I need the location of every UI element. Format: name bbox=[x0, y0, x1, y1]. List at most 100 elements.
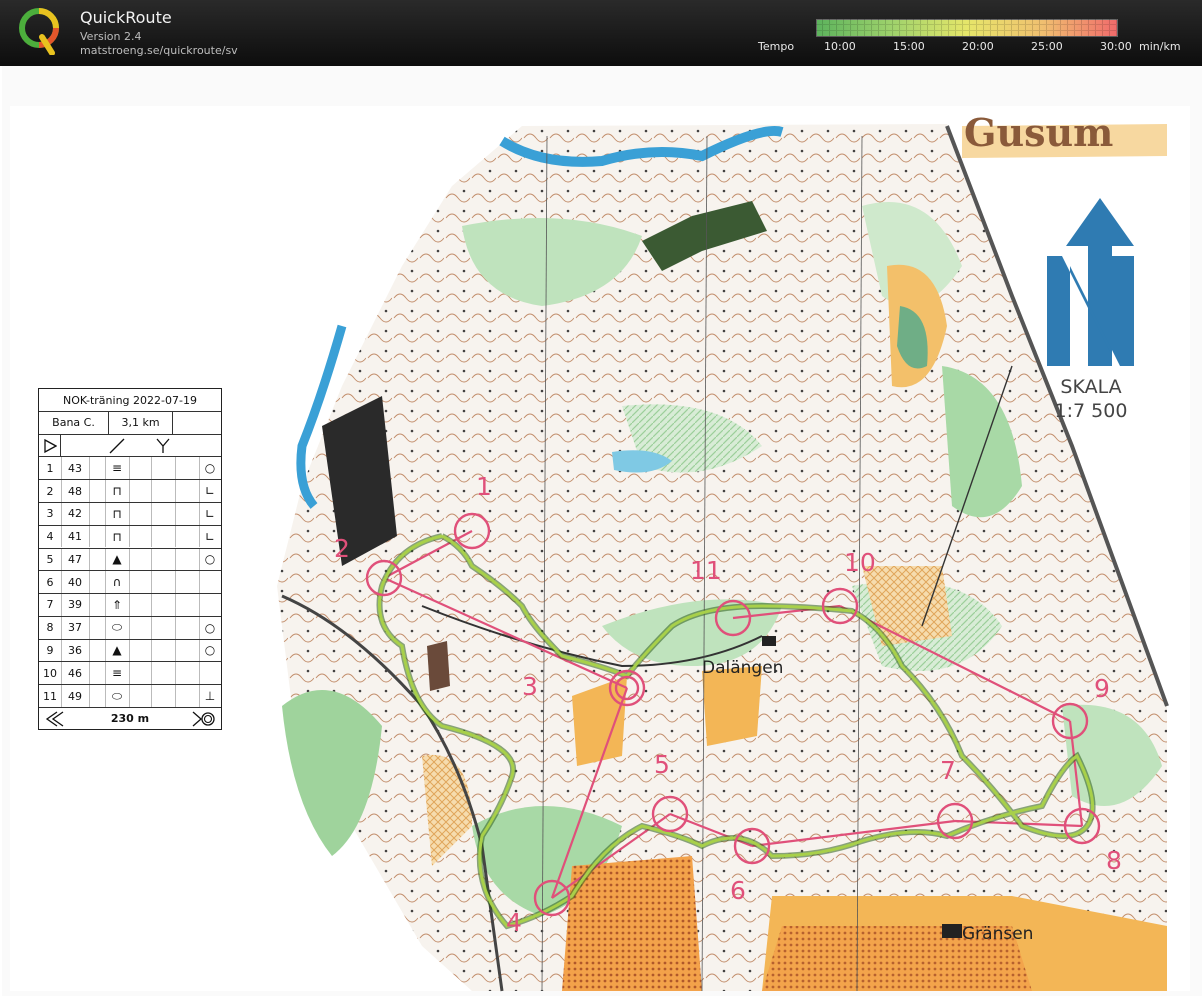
map-title: Gusum bbox=[964, 110, 1114, 155]
feature-symbol-icon: ⊓ bbox=[112, 529, 122, 544]
location-symbol-icon: ○ bbox=[204, 552, 216, 567]
control-label-8: 8 bbox=[1106, 846, 1122, 875]
finish-distance: 230 m bbox=[110, 712, 150, 725]
control-number: 10 bbox=[43, 666, 57, 680]
grid-divider bbox=[89, 662, 90, 685]
control-description-row: 10 46 ≡ bbox=[39, 661, 221, 685]
tempo-grid-cell bbox=[921, 31, 928, 37]
grid-divider bbox=[175, 685, 176, 707]
tempo-grid-cell bbox=[851, 31, 858, 37]
grid-divider bbox=[151, 639, 152, 662]
tempo-grid-cell bbox=[1089, 31, 1096, 37]
control-number: 11 bbox=[43, 689, 57, 703]
place-name-gransen: Gränsen bbox=[962, 924, 1034, 944]
start-triangle-icon bbox=[39, 434, 61, 457]
grid-divider bbox=[175, 480, 176, 502]
feature-symbol-icon: ⬭ bbox=[111, 620, 123, 635]
control-label-9: 9 bbox=[1094, 674, 1110, 703]
grid-divider bbox=[89, 685, 90, 707]
tempo-tick: 10:00 bbox=[824, 40, 856, 53]
finish-start-icon bbox=[39, 708, 73, 729]
tempo-grid-cell bbox=[928, 31, 935, 37]
control-code: 48 bbox=[68, 484, 82, 498]
diagonal-icon bbox=[105, 435, 129, 457]
tempo-grid-cell bbox=[942, 31, 949, 37]
tempo-grid-cell bbox=[1040, 31, 1047, 37]
tempo-grid-cell bbox=[963, 31, 970, 37]
tempo-grid-cell bbox=[1110, 31, 1117, 37]
tempo-grid-cell bbox=[914, 31, 921, 37]
control-description-row: 7 39 ⇑ bbox=[39, 593, 221, 616]
grid-divider bbox=[151, 525, 152, 548]
grid-divider bbox=[129, 616, 130, 639]
grid-divider bbox=[129, 571, 130, 593]
tempo-grid-cell bbox=[977, 31, 984, 37]
tempo-grid-cell bbox=[879, 31, 886, 37]
grid-divider bbox=[89, 480, 90, 502]
grid-divider bbox=[89, 525, 90, 548]
grid-divider bbox=[175, 639, 176, 662]
tempo-grid-cell bbox=[886, 31, 893, 37]
grid-divider bbox=[129, 525, 130, 548]
control-label-6: 6 bbox=[730, 876, 746, 905]
control-label-5: 5 bbox=[654, 750, 670, 779]
grid-divider bbox=[151, 480, 152, 502]
grid-divider bbox=[129, 662, 130, 685]
grid-divider bbox=[129, 457, 130, 480]
tempo-grid-cell bbox=[1026, 31, 1033, 37]
tempo-grid-cell bbox=[823, 31, 830, 37]
grid-divider bbox=[89, 502, 90, 525]
control-number: 7 bbox=[46, 598, 54, 612]
control-code: 46 bbox=[68, 666, 82, 680]
grid-divider bbox=[151, 457, 152, 480]
event-title: NOK-träning 2022-07-19 bbox=[63, 393, 197, 407]
location-symbol-icon: ∟ bbox=[204, 484, 216, 499]
control-label-1: 1 bbox=[476, 472, 492, 501]
control-code: 43 bbox=[68, 461, 82, 475]
location-symbol-icon: ∟ bbox=[204, 506, 216, 521]
location-symbol-icon: ○ bbox=[204, 461, 216, 476]
grid-divider bbox=[151, 571, 152, 593]
location-symbol-icon bbox=[199, 571, 221, 593]
tempo-grid-cell bbox=[865, 31, 872, 37]
grid-divider bbox=[175, 571, 176, 593]
tempo-grid-cell bbox=[1019, 31, 1026, 37]
tempo-grid-cell bbox=[1054, 31, 1061, 37]
grid-divider bbox=[151, 662, 152, 685]
control-label-3: 3 bbox=[522, 672, 538, 701]
grid-divider bbox=[151, 502, 152, 525]
grid-divider bbox=[151, 594, 152, 616]
fork-icon bbox=[151, 435, 175, 457]
feature-symbol-icon: ≡ bbox=[111, 666, 123, 681]
control-code: 37 bbox=[68, 621, 82, 635]
grid-divider bbox=[129, 548, 130, 571]
scale-label: SKALA bbox=[1060, 376, 1122, 398]
control-number: 1 bbox=[46, 461, 54, 475]
control-description-row: 4 41 ⊓ ∟ bbox=[39, 524, 221, 548]
feature-symbol-icon: ⊓ bbox=[112, 484, 122, 499]
grid-divider bbox=[129, 639, 130, 662]
control-code: 39 bbox=[68, 598, 82, 612]
place-name-dalangen: Dalängen bbox=[702, 658, 784, 678]
tempo-grid-cell bbox=[956, 31, 963, 37]
control-description-row: 8 37 ⬭ ○ bbox=[39, 615, 221, 639]
grid-divider bbox=[151, 616, 152, 639]
tempo-grid-cell bbox=[1061, 31, 1068, 37]
grid-divider bbox=[89, 594, 90, 616]
control-number: 8 bbox=[46, 621, 54, 635]
app-url[interactable]: matstroeng.se/quickroute/sv bbox=[80, 44, 238, 57]
tempo-grid-cell bbox=[984, 31, 991, 37]
control-description-row: 5 47 ▲ ○ bbox=[39, 547, 221, 571]
location-symbol-icon bbox=[199, 662, 221, 684]
control-number: 4 bbox=[46, 530, 54, 544]
tempo-scale-grid bbox=[816, 19, 1118, 37]
control-description-sheet: NOK-träning 2022-07-19 Bana C. 3,1 km 14… bbox=[38, 388, 222, 730]
tempo-tick: 15:00 bbox=[893, 40, 925, 53]
quickroute-logo bbox=[19, 8, 59, 55]
grid-divider bbox=[175, 594, 176, 616]
grid-divider bbox=[175, 616, 176, 639]
grid-divider bbox=[151, 685, 152, 707]
feature-symbol-icon: ⬭ bbox=[111, 688, 123, 703]
app-version: Version 2.4 bbox=[80, 30, 142, 43]
control-code: 40 bbox=[68, 575, 82, 589]
